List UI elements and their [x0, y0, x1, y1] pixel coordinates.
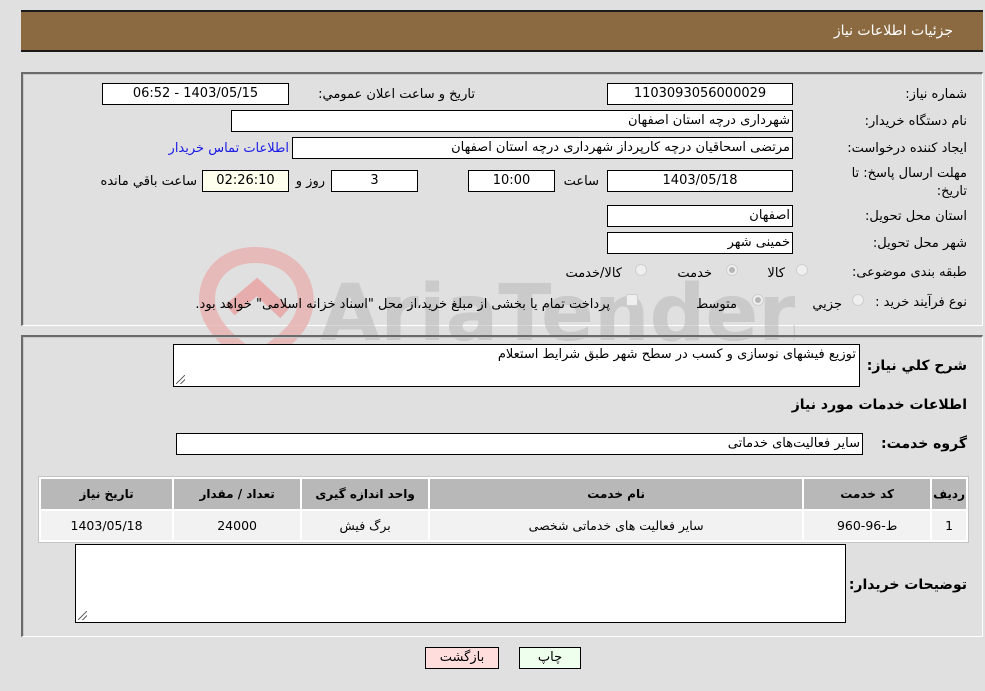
category-radio-service[interactable]	[726, 264, 738, 276]
buyer-org-label: نام دستگاه خريدار:	[864, 114, 967, 129]
category-radio-goods-service[interactable]	[635, 264, 647, 276]
page-header: جزئیات اطلاعات نیاز	[21, 10, 983, 52]
category-radio-goods[interactable]	[796, 264, 808, 276]
resize-handle-icon[interactable]	[78, 611, 87, 620]
back-button[interactable]: بازگشت	[425, 647, 499, 669]
deadline-time-label: ساعت	[563, 174, 599, 189]
table-row: 1 ط-96-960 سایر فعالیت های خدماتی شخصی ب…	[41, 511, 966, 540]
category-option-service: خدمت	[677, 266, 712, 281]
buyer-contact-link[interactable]: اطلاعات تماس خريدار	[169, 141, 289, 156]
delivery-city-field: خمینی شهر	[607, 232, 793, 254]
days-label: روز و	[295, 174, 325, 189]
remaining-time-field: 02:26:10	[202, 170, 289, 192]
remaining-time-label: ساعت باقي مانده	[100, 174, 197, 189]
purchase-type-option-minor: جزيي	[812, 297, 842, 312]
need-number-field: 1103093056000029	[607, 83, 793, 105]
description-textarea[interactable]: توزیع فیشهای نوسازی و کسب در سطح شهر طبق…	[173, 344, 860, 387]
buyer-notes-textarea[interactable]	[75, 544, 846, 623]
page-title: جزئیات اطلاعات نیاز	[833, 23, 953, 39]
delivery-city-label: شهر محل تحويل:	[872, 236, 967, 251]
purchase-type-radio-minor[interactable]	[852, 294, 864, 306]
services-table-wrapper: رديف کد خدمت نام خدمت واحد اندازه گيری ت…	[38, 476, 969, 543]
col-unit: واحد اندازه گيری	[302, 479, 429, 509]
delivery-province-label: استان محل تحويل:	[865, 209, 967, 224]
need-number-label: شماره نیاز:	[905, 87, 967, 102]
cell-service-name: سایر فعالیت های خدماتی شخصی	[430, 511, 803, 540]
purchase-type-label: نوع فرآيند خريد :	[875, 295, 967, 310]
table-header-row: رديف کد خدمت نام خدمت واحد اندازه گيری ت…	[41, 479, 966, 509]
col-quantity: تعداد / مقدار	[174, 479, 301, 509]
days-field: 3	[331, 170, 418, 192]
col-service-name: نام خدمت	[430, 479, 803, 509]
cell-service-code: ط-96-960	[804, 511, 931, 540]
treasury-checkbox[interactable]	[626, 294, 638, 306]
requester-label: ايجاد کننده درخواست:	[847, 141, 967, 156]
deadline-label: مهلت ارسال پاسخ: تا تاریخ:	[851, 166, 967, 199]
services-heading: اطلاعات خدمات مورد نياز	[791, 397, 967, 413]
buyer-notes-label: توضيحات خريدار:	[848, 577, 967, 593]
delivery-province-field: اصفهان	[607, 205, 793, 227]
cell-unit: برگ فیش	[302, 511, 429, 540]
description-text: توزیع فیشهای نوسازی و کسب در سطح شهر طبق…	[497, 347, 856, 362]
deadline-time-field: 10:00	[468, 170, 555, 192]
print-button[interactable]: چاپ	[519, 647, 581, 669]
buyer-org-field: شهرداری درچه استان اصفهان	[231, 110, 793, 132]
announce-datetime-field: 1403/05/15 - 06:52	[102, 83, 289, 105]
cell-quantity: 24000	[174, 511, 301, 540]
category-option-goods: کالا	[767, 266, 785, 281]
col-need-date: تاريخ نياز	[41, 479, 173, 509]
purchase-type-option-medium: متوسط	[696, 297, 737, 312]
cell-row-number: 1	[932, 511, 966, 540]
announce-datetime-label: تاریخ و ساعت اعلان عمومي:	[318, 87, 475, 102]
service-group-field: سایر فعالیت‌های خدماتی	[176, 433, 863, 455]
requester-field: مرتضی اسحاقیان درچه کارپرداز شهرداری درچ…	[292, 137, 793, 159]
deadline-date-field: 1403/05/18	[607, 170, 793, 192]
purchase-type-radio-medium[interactable]	[752, 294, 764, 306]
cell-need-date: 1403/05/18	[41, 511, 173, 540]
col-row-number: رديف	[932, 479, 966, 509]
resize-handle-icon[interactable]	[176, 375, 185, 384]
col-service-code: کد خدمت	[804, 479, 931, 509]
description-label: شرح کلي نياز:	[866, 358, 967, 374]
category-option-goods-service: کالا/خدمت	[565, 266, 622, 281]
category-label: طبقه بندی موضوعی:	[851, 265, 967, 280]
service-group-label: گروه خدمت:	[881, 436, 967, 452]
treasury-note: پرداخت تمام يا بخشی از مبلغ خريد،از محل …	[195, 297, 610, 312]
services-table: رديف کد خدمت نام خدمت واحد اندازه گيری ت…	[39, 477, 968, 542]
